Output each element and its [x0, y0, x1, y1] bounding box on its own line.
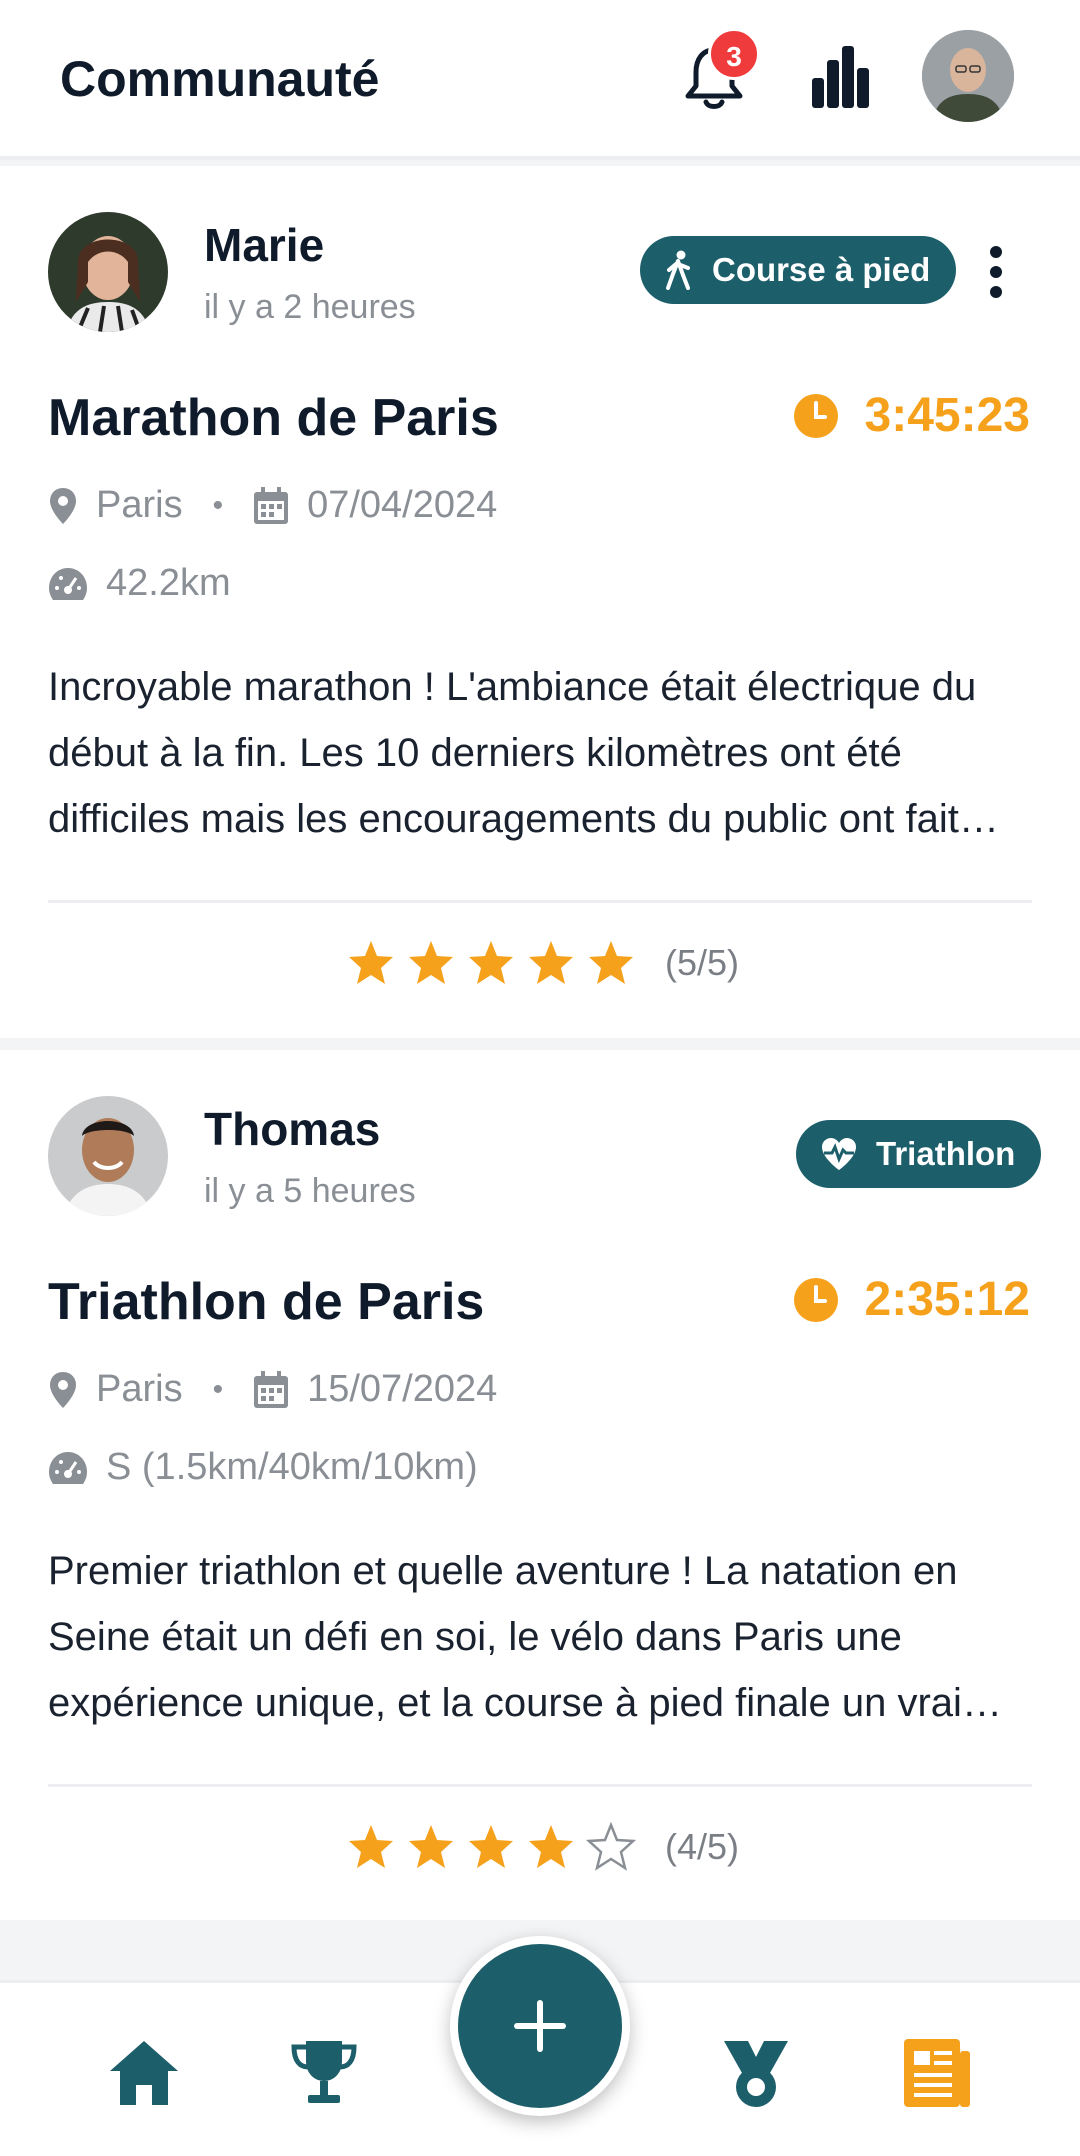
avatar[interactable] [922, 30, 1014, 122]
avatar[interactable] [48, 1096, 168, 1216]
rating: (4/5) [0, 1822, 1080, 1872]
clock-icon [793, 393, 838, 438]
calendar-icon [254, 1370, 289, 1408]
calendar-icon [254, 486, 289, 524]
star-filled-icon [468, 1825, 513, 1868]
star-filled-icon [348, 1825, 393, 1868]
location-pin-icon [50, 487, 76, 524]
star-filled-icon [528, 941, 573, 984]
post-description: Incroyable marathon ! L'ambiance était é… [48, 665, 977, 841]
heart-pulse-icon [822, 1138, 856, 1170]
notification-badge: 3 [708, 28, 760, 80]
separator-dot: • [212, 488, 224, 522]
star-filled-icon [528, 1825, 573, 1868]
plus-icon [514, 2000, 566, 2052]
walking-icon [666, 250, 690, 290]
duration-value: 2:35:12 [864, 1273, 1030, 1326]
stats-icon[interactable] [810, 44, 870, 110]
clock-icon [793, 1277, 838, 1322]
separator-dot: • [212, 1372, 224, 1406]
rating-text: (5/5) [664, 942, 740, 983]
divider [48, 900, 1032, 903]
post-author[interactable]: Marie [204, 218, 324, 272]
event-meta: Paris • 15/07/2024 [48, 1368, 497, 1411]
page-title: Communauté [60, 51, 380, 107]
star-filled-icon [468, 941, 513, 984]
event-date: 15/07/2024 [307, 1368, 498, 1410]
event-meta: Paris • 07/04/2024 [48, 484, 497, 527]
star-filled-icon [348, 941, 393, 984]
event-date: 07/04/2024 [307, 484, 498, 526]
event-distance: 42.2km [106, 562, 231, 604]
post-timestamp: il y a 5 heures [204, 1172, 416, 1210]
news-icon[interactable] [898, 2035, 974, 2111]
app-header: Communauté 3 [0, 0, 1080, 160]
sport-badge[interactable]: Triathlon [796, 1120, 1042, 1188]
trophy-icon[interactable] [286, 2035, 362, 2111]
sport-badge-label: Course à pied [712, 251, 931, 288]
duration-value: 3:45:23 [864, 389, 1030, 442]
event-location: Paris [96, 484, 183, 526]
event-distance-row: S (1.5km/40km/10km) [48, 1446, 478, 1489]
event-distance-row: 42.2km [48, 562, 231, 605]
star-empty-icon [585, 1822, 636, 1871]
location-pin-icon [50, 1371, 76, 1408]
post-card[interactable]: Marie il y a 2 heures Course à pied Mara… [0, 166, 1080, 1038]
more-options-icon[interactable] [982, 244, 1010, 300]
rating: (5/5) [0, 938, 1080, 988]
post-card[interactable]: Thomas il y a 5 heures Triathlon Triathl… [0, 1050, 1080, 1920]
star-filled-icon [408, 1825, 453, 1868]
divider [48, 1784, 1032, 1787]
event-title: Marathon de Paris [48, 389, 499, 447]
sport-badge-label: Triathlon [876, 1135, 1016, 1172]
star-filled-icon [408, 941, 453, 984]
medal-icon[interactable] [718, 2035, 794, 2111]
star-filled-icon [588, 941, 633, 984]
rating-text: (4/5) [664, 1826, 740, 1867]
event-duration: 2:35:12 [793, 1272, 1030, 1327]
avatar[interactable] [48, 212, 168, 332]
speedometer-icon [49, 567, 87, 600]
event-title: Triathlon de Paris [48, 1273, 485, 1331]
event-distance: S (1.5km/40km/10km) [106, 1446, 478, 1488]
add-button[interactable] [450, 1936, 630, 2116]
sport-badge[interactable]: Course à pied [640, 236, 957, 304]
post-description: Premier triathlon et quelle aventure ! L… [48, 1549, 962, 1725]
post-timestamp: il y a 2 heures [204, 288, 416, 326]
home-icon[interactable] [106, 2035, 182, 2111]
post-author[interactable]: Thomas [204, 1102, 380, 1156]
event-duration: 3:45:23 [793, 388, 1030, 443]
speedometer-icon [49, 1451, 87, 1484]
event-location: Paris [96, 1368, 183, 1410]
